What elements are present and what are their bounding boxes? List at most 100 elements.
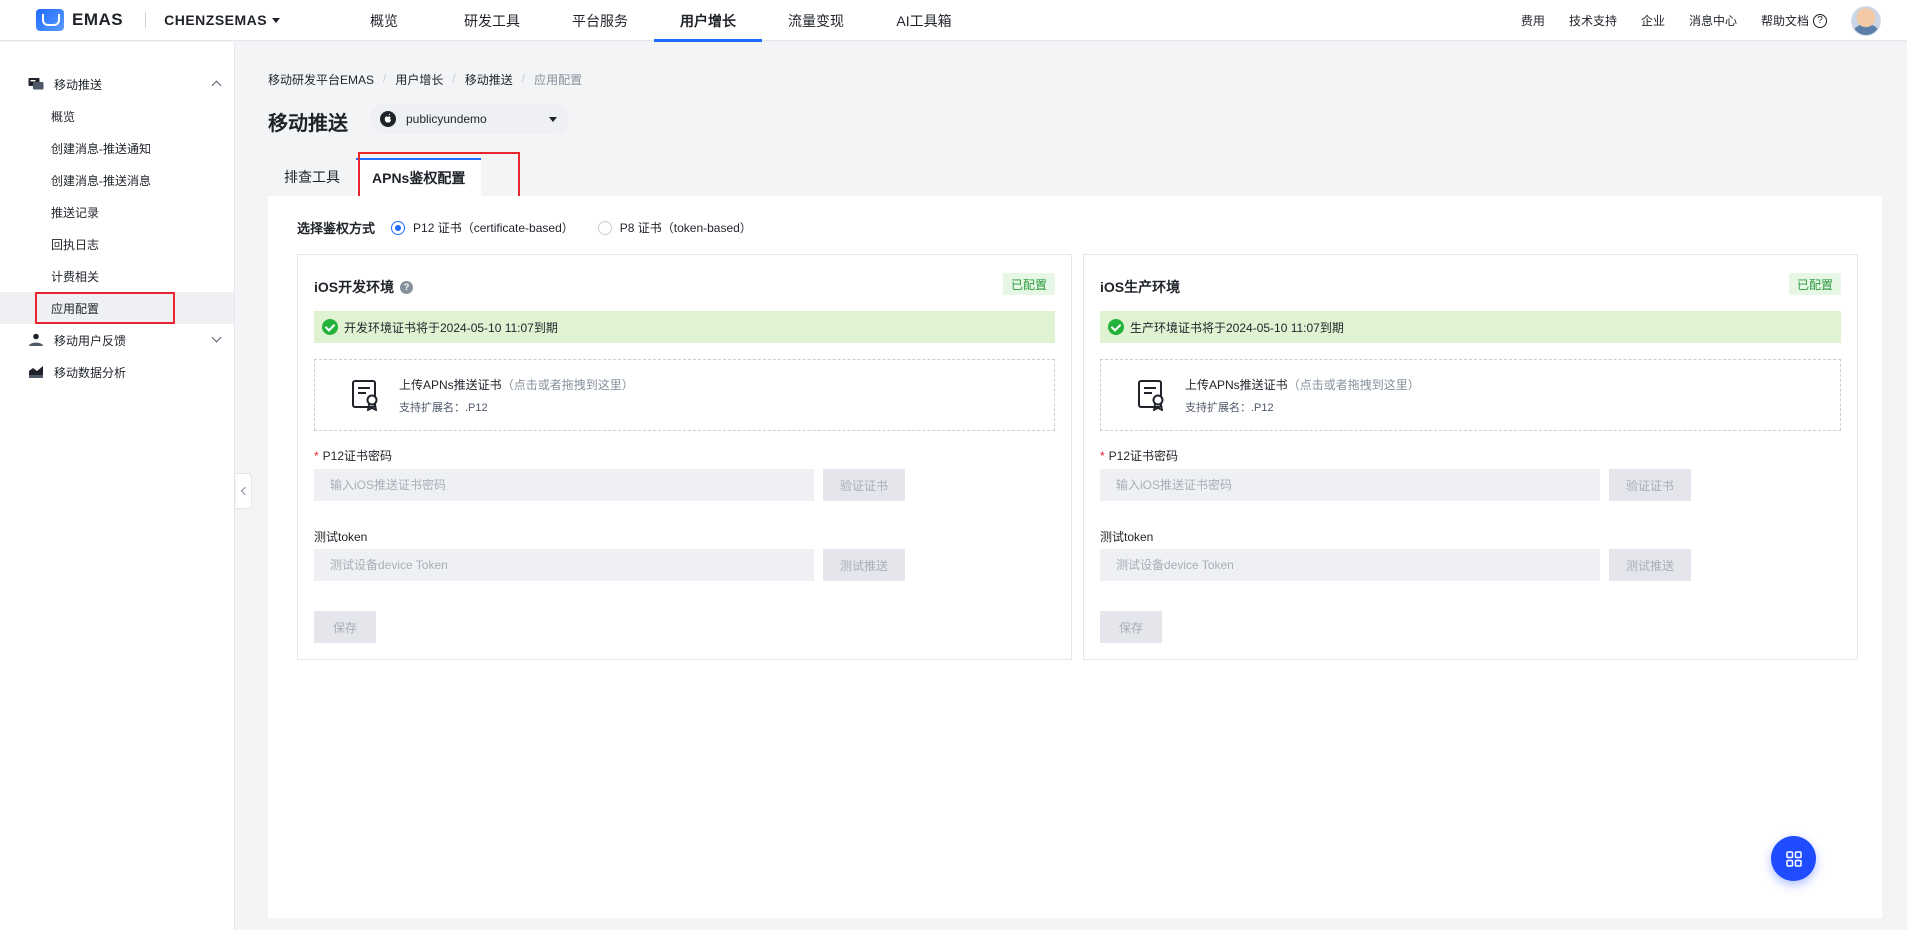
- nav-overview[interactable]: 概览: [330, 0, 438, 41]
- nav-user-growth[interactable]: 用户增长: [654, 0, 762, 42]
- feedback-icon: [28, 333, 44, 347]
- verify-cert-button[interactable]: 验证证书: [1609, 469, 1691, 501]
- upload-text: 上传APNs推送证书（点击或者拖拽到这里） 支持扩展名：.P12: [1185, 376, 1420, 415]
- breadcrumb-item[interactable]: 移动研发平台EMAS: [268, 71, 374, 88]
- sidebar-item-create-message[interactable]: 创建消息-推送消息: [0, 164, 234, 196]
- sidebar-item-app-config[interactable]: 应用配置: [0, 292, 234, 324]
- upload-title: 上传APNs推送证书（点击或者拖拽到这里）: [399, 376, 634, 393]
- apple-icon: [380, 111, 396, 127]
- link-enterprise[interactable]: 企业: [1641, 12, 1665, 29]
- workspace-name: CHENZSEMAS: [164, 12, 268, 28]
- save-button[interactable]: 保存: [1100, 611, 1162, 643]
- check-circle-icon: [322, 319, 338, 335]
- app-selector-value: publicyundemo: [406, 112, 487, 126]
- floating-app-menu-button[interactable]: [1771, 836, 1816, 881]
- chevron-down-icon: [549, 117, 557, 122]
- card-title: iOS开发环境 ?: [314, 277, 414, 297]
- test-token-label: 测试token: [314, 530, 368, 544]
- breadcrumb: 移动研发平台EMAS / 用户增长 / 移动推送 / 应用配置: [268, 71, 582, 88]
- radio-p12[interactable]: P12 证书（certificate-based）: [391, 219, 574, 236]
- sidebar-item-push-records[interactable]: 推送记录: [0, 196, 234, 228]
- help-label: 帮助文档: [1760, 14, 1809, 28]
- link-support[interactable]: 技术支持: [1569, 12, 1617, 29]
- tab-apns-auth[interactable]: APNs鉴权配置: [356, 158, 482, 196]
- check-circle-icon: [1108, 319, 1124, 335]
- chevron-down-icon: [211, 332, 222, 343]
- top-bar: EMAS CHENZSEMAS 概览 研发工具 平台服务 用户增长 流量变现 A…: [0, 0, 1907, 42]
- push-icon: [28, 77, 44, 91]
- cert-upload-area[interactable]: 上传APNs推送证书（点击或者拖拽到这里） 支持扩展名：.P12: [1100, 359, 1841, 431]
- test-push-button[interactable]: 测试推送: [1609, 549, 1691, 581]
- required-mark: *: [314, 449, 319, 463]
- link-messages[interactable]: 消息中心: [1689, 12, 1737, 29]
- card-ios-dev: iOS开发环境 ? 已配置 开发环境证书将于2024-05-10 11:07到期…: [297, 254, 1072, 660]
- certificate-icon: [1138, 380, 1164, 411]
- user-avatar[interactable]: [1851, 5, 1881, 36]
- status-badge: 已配置: [1788, 273, 1841, 295]
- sidebar-group-push[interactable]: 移动推送: [0, 68, 234, 100]
- sidebar-group-feedback[interactable]: 移动用户反馈: [0, 324, 234, 356]
- required-mark: *: [1100, 449, 1105, 463]
- p12-password-input[interactable]: [314, 469, 814, 501]
- page-title: 移动推送: [268, 113, 348, 135]
- nav-ai-toolbox[interactable]: AI工具箱: [870, 0, 978, 41]
- emas-logo-icon: [36, 9, 64, 31]
- p12-password-label: * P12证书密码: [314, 447, 392, 464]
- topbar-right: 费用 技术支持 企业 消息中心 帮助文档 ?: [1521, 0, 1907, 41]
- chevron-down-icon: [272, 17, 281, 23]
- auth-method-row: 选择鉴权方式 P12 证书（certificate-based） P8 证书（t…: [297, 218, 776, 237]
- p12-password-input[interactable]: [1100, 469, 1600, 501]
- emas-logo[interactable]: EMAS: [36, 0, 123, 41]
- sidebar: 移动推送 概览 创建消息-推送通知 创建消息-推送消息 推送记录 回执日志 计费…: [0, 42, 235, 930]
- breadcrumb-item[interactable]: 移动推送: [465, 71, 513, 88]
- cert-upload-area[interactable]: 上传APNs推送证书（点击或者拖拽到这里） 支持扩展名：.P12: [314, 359, 1055, 431]
- radio-label: P8 证书（token-based）: [619, 221, 752, 235]
- breadcrumb-separator: /: [521, 71, 526, 85]
- sidebar-item-create-notification[interactable]: 创建消息-推送通知: [0, 132, 234, 164]
- upload-ext: 支持扩展名：.P12: [399, 401, 488, 414]
- card-title-text: iOS开发环境: [314, 279, 395, 295]
- test-push-button[interactable]: 测试推送: [823, 549, 905, 581]
- link-help[interactable]: 帮助文档 ?: [1761, 12, 1827, 29]
- upload-ext: 支持扩展名：.P12: [1185, 401, 1274, 414]
- save-button[interactable]: 保存: [314, 611, 376, 643]
- verify-cert-button[interactable]: 验证证书: [823, 469, 905, 501]
- radio-label: P12 证书（certificate-based）: [413, 221, 574, 235]
- test-token-input[interactable]: [314, 549, 814, 581]
- link-fee[interactable]: 费用: [1521, 12, 1545, 29]
- upload-hint: （点击或者拖拽到这里）: [501, 377, 634, 392]
- p12-password-label: * P12证书密码: [1100, 447, 1178, 464]
- test-token-label: 测试token: [1100, 530, 1154, 544]
- notice-text: 生产环境证书将于2024-05-10 11:07到期: [1130, 320, 1344, 335]
- nav-platform-services[interactable]: 平台服务: [546, 0, 654, 41]
- chevron-up-icon: [211, 80, 222, 91]
- sidebar-item-receipt-log[interactable]: 回执日志: [0, 228, 234, 260]
- notice-text: 开发环境证书将于2024-05-10 11:07到期: [344, 320, 558, 335]
- test-token-input[interactable]: [1100, 549, 1600, 581]
- label-text: P12证书密码: [322, 449, 393, 463]
- app-selector[interactable]: publicyundemo: [370, 104, 569, 134]
- status-badge: 已配置: [1002, 273, 1055, 295]
- label-text: P12证书密码: [1108, 449, 1179, 463]
- card-title-text: iOS生产环境: [1100, 279, 1181, 295]
- breadcrumb-separator: /: [452, 71, 456, 85]
- tab-bar: 排查工具 APNs鉴权配置: [268, 158, 482, 196]
- upload-title-text: 上传APNs推送证书: [1185, 377, 1288, 392]
- sidebar-item-overview[interactable]: 概览: [0, 100, 234, 132]
- tab-troubleshoot[interactable]: 排查工具: [268, 158, 356, 196]
- radio-p8[interactable]: P8 证书（token-based）: [597, 219, 752, 236]
- auth-method-label: 选择鉴权方式: [297, 221, 376, 236]
- radio-dot: [597, 220, 612, 235]
- sidebar-item-billing[interactable]: 计费相关: [0, 260, 234, 292]
- nav-dev-tools[interactable]: 研发工具: [438, 0, 546, 41]
- upload-text: 上传APNs推送证书（点击或者拖拽到这里） 支持扩展名：.P12: [399, 376, 634, 415]
- breadcrumb-item[interactable]: 用户增长: [395, 71, 443, 88]
- sidebar-collapse-handle[interactable]: [236, 473, 252, 509]
- card-ios-prod: iOS生产环境 已配置 生产环境证书将于2024-05-10 11:07到期 上…: [1083, 254, 1858, 660]
- nav-monetization[interactable]: 流量变现: [762, 0, 870, 41]
- sidebar-group-analytics[interactable]: 移动数据分析: [0, 356, 234, 388]
- help-circle-icon[interactable]: ?: [400, 280, 414, 294]
- workspace-selector[interactable]: CHENZSEMAS: [164, 12, 281, 28]
- expiry-notice: 生产环境证书将于2024-05-10 11:07到期: [1100, 311, 1841, 343]
